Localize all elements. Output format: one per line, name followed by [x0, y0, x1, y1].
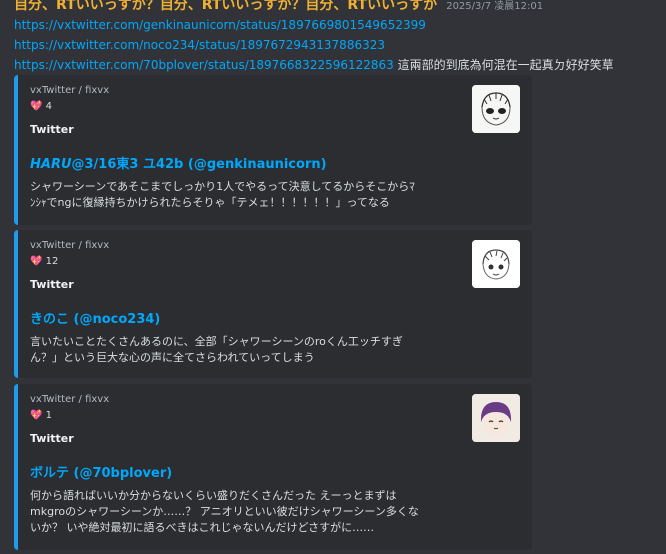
embed-likes: 💖 1: [30, 410, 52, 421]
timestamp: 2025/3/7 凌晨12:01: [446, 1, 544, 12]
embed-title: Twitter: [30, 123, 74, 136]
heart-icon: 💖: [30, 101, 43, 112]
heart-icon: 💖: [30, 256, 43, 267]
tweet-embed-2: vxTwitter / fixvx 💖 12 Twitter きのこ (@noc…: [14, 230, 532, 378]
tweet-link-2[interactable]: https://vxtwitter.com/noco234/status/189…: [14, 38, 385, 52]
message-header: 自分、RTいいっすか？自分、RTいいっすか？自分、RTいいっすか 2025/3/…: [14, 0, 664, 16]
embed-title: Twitter: [30, 278, 74, 291]
embed-description: 何から語ればいいか分からないくらい盛りだくさんだった えーっとまずは mkgro…: [30, 488, 460, 536]
tweet-embed-3: vxTwitter / fixvx 💖 1 Twitter ボルテ (@70bp…: [14, 384, 532, 550]
embed-provider[interactable]: vxTwitter / fixvx: [30, 85, 109, 96]
author-name-stylized: HARU: [30, 157, 72, 172]
embed-author[interactable]: HARU@3/16東3 ユ42b (@genkinaunicorn): [30, 153, 327, 172]
purple-hair-avatar-icon[interactable]: [472, 394, 520, 442]
embed-description: シャワーシーンであそこまでしっかり1人でやるって決意してるからそこからﾏ ﾝｼｬ…: [30, 179, 460, 211]
username[interactable]: 自分、RTいいっすか？自分、RTいいっすか？自分、RTいいっすか: [14, 0, 437, 13]
author-handle: きのこ (@noco234): [30, 312, 161, 327]
embed-title: Twitter: [30, 432, 74, 445]
embed-likes: 💖 4: [30, 101, 52, 112]
anime-avatar-icon[interactable]: [472, 85, 520, 133]
tweet-embed-1: vxTwitter / fixvx 💖 4 Twitter HARU@3/16東…: [14, 75, 532, 225]
message-text: 這兩部的到底為何混在一起真ㄉ好好笑草: [393, 58, 614, 72]
author-handle: @3/16東3 ユ42b (@genkinaunicorn): [71, 157, 327, 172]
description-line: 何から語ればいいか分からないくらい盛りだくさんだった えーっとまずは: [30, 489, 397, 502]
embed-author[interactable]: きのこ (@noco234): [30, 308, 160, 327]
author-handle: ボルテ (@70bplover): [30, 466, 173, 481]
like-count: 12: [45, 256, 59, 267]
description-line: mkgroのシャワーシーンか……？ アニオリといい彼だけシャワーシーン多くな: [30, 505, 419, 518]
embed-likes: 💖 12: [30, 256, 58, 267]
description-line: ん？」という巨大な心の声に全てさらわれていってしまう: [30, 351, 315, 364]
tweet-link-3[interactable]: https://vxtwitter.com/70bplover/status/1…: [14, 58, 394, 72]
sketch-avatar-icon[interactable]: [472, 240, 520, 288]
embed-provider[interactable]: vxTwitter / fixvx: [30, 240, 109, 251]
tweet-link-1[interactable]: https://vxtwitter.com/genkinaunicorn/sta…: [14, 18, 426, 32]
description-line: シャワーシーンであそこまでしっかり1人でやるって決意してるからそこからﾏ: [30, 180, 415, 193]
like-count: 1: [45, 410, 53, 421]
description-line: 言いたいことたくさんあるのに、全部「シャワーシーンのroくん工ッチすぎ: [30, 335, 403, 348]
embed-provider[interactable]: vxTwitter / fixvx: [30, 394, 109, 405]
embed-description: 言いたいことたくさんあるのに、全部「シャワーシーンのroくん工ッチすぎ ん？」と…: [30, 334, 460, 366]
heart-icon: 💖: [30, 410, 43, 421]
like-count: 4: [45, 101, 53, 112]
description-line: ﾝｼｬでngに復縁持ちかけられたらそりゃ「テメェ！！！！！！」ってなる: [30, 196, 390, 209]
description-line: いか？ いや絶対最初に語るべきはこれじゃないんだけどさすがに……: [30, 521, 375, 534]
embed-author[interactable]: ボルテ (@70bplover): [30, 462, 172, 481]
message-content: https://vxtwitter.com/genkinaunicorn/sta…: [14, 15, 664, 75]
